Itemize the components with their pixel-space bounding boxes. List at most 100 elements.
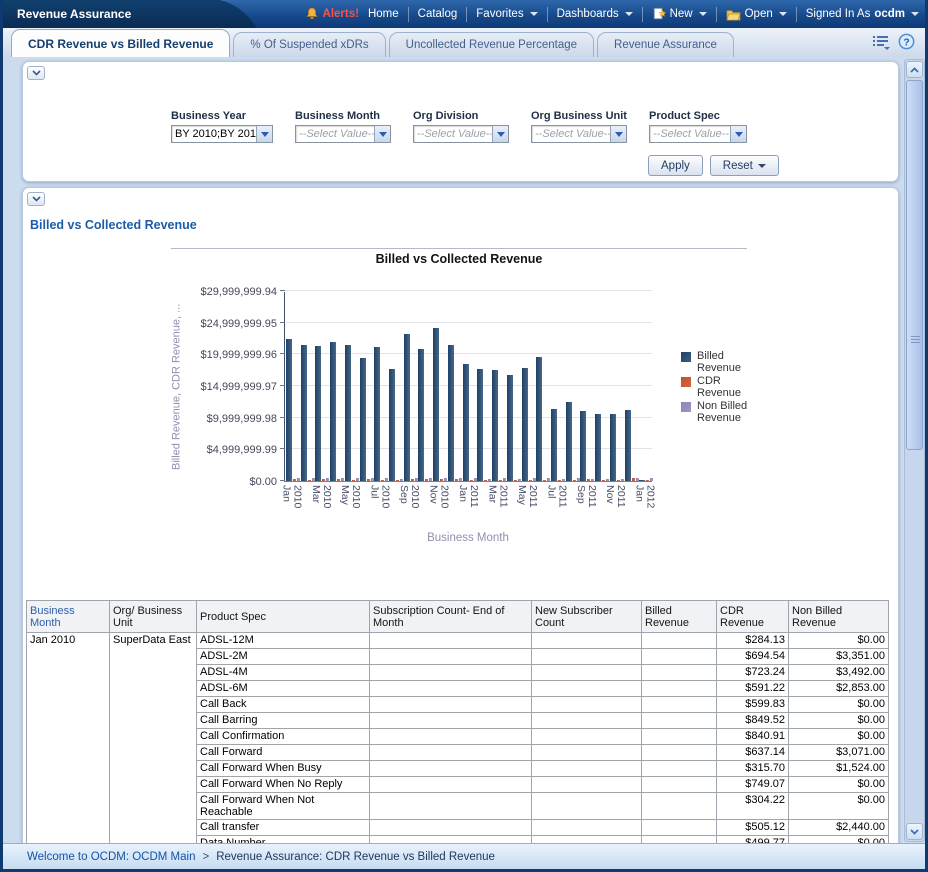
non-billed-revenue-bar[interactable] — [326, 478, 329, 481]
non-billed-revenue-bar[interactable] — [518, 479, 521, 481]
dropdown-arrow-icon[interactable] — [374, 126, 390, 142]
business-year-select[interactable]: BY 2010;BY 2011; — [171, 125, 273, 143]
non-billed-revenue-bar[interactable] — [503, 478, 506, 481]
cdr-revenue-bar[interactable] — [543, 480, 546, 481]
non-billed-revenue-bar[interactable] — [621, 479, 624, 481]
tab-of-suspended-xdrs[interactable]: % Of Suspended xDRs — [233, 32, 385, 57]
cdr-revenue-bar[interactable] — [617, 480, 620, 481]
cdr-revenue-bar[interactable] — [529, 480, 532, 481]
billed-revenue-bar[interactable] — [301, 345, 307, 481]
billed-revenue-bar[interactable] — [625, 410, 631, 481]
billed-revenue-bar[interactable] — [463, 364, 469, 481]
non-billed-revenue-bar[interactable] — [341, 478, 344, 481]
non-billed-revenue-bar[interactable] — [429, 478, 432, 481]
cdr-revenue-bar[interactable] — [514, 480, 517, 481]
favorites-menu[interactable]: Favorites — [476, 8, 537, 20]
billed-revenue-bar[interactable] — [477, 369, 483, 481]
non-billed-revenue-bar[interactable] — [562, 479, 565, 481]
non-billed-revenue-bar[interactable] — [371, 478, 374, 481]
billed-revenue-bar[interactable] — [566, 402, 572, 481]
collapse-report-button[interactable] — [27, 192, 45, 206]
non-billed-revenue-bar[interactable] — [547, 478, 550, 481]
cdr-revenue-bar[interactable] — [646, 480, 649, 481]
business-month-select[interactable]: --Select Value-- — [295, 125, 391, 143]
open-menu[interactable]: Open — [726, 8, 787, 21]
cdr-revenue-bar[interactable] — [308, 480, 311, 481]
billed-revenue-bar[interactable] — [433, 328, 439, 481]
non-billed-revenue-bar[interactable] — [459, 478, 462, 481]
cdr-revenue-bar[interactable] — [322, 479, 325, 481]
new-menu[interactable]: New — [652, 7, 707, 21]
dropdown-arrow-icon[interactable] — [256, 126, 272, 142]
cdr-revenue-bar[interactable] — [632, 478, 635, 481]
non-billed-revenue-bar[interactable] — [297, 478, 300, 481]
billed-revenue-bar[interactable] — [448, 345, 454, 481]
billed-revenue-bar[interactable] — [551, 409, 557, 481]
billed-revenue-bar[interactable] — [330, 342, 336, 481]
billed-revenue-bar[interactable] — [345, 345, 351, 481]
billed-revenue-bar[interactable] — [389, 369, 395, 481]
billed-revenue-bar[interactable] — [360, 358, 366, 481]
cdr-revenue-bar[interactable] — [411, 479, 414, 481]
cdr-revenue-bar[interactable] — [484, 480, 487, 481]
dropdown-arrow-icon[interactable] — [730, 126, 746, 142]
non-billed-revenue-bar[interactable] — [636, 478, 639, 481]
cdr-revenue-bar[interactable] — [352, 480, 355, 481]
home-link[interactable]: Home — [368, 8, 399, 20]
cdr-revenue-bar[interactable] — [587, 479, 590, 481]
page-options-list-icon[interactable] — [872, 34, 890, 50]
dashboards-menu[interactable]: Dashboards — [557, 8, 633, 20]
billed-revenue-bar[interactable] — [286, 339, 292, 481]
non-billed-revenue-bar[interactable] — [650, 478, 653, 481]
non-billed-revenue-bar[interactable] — [444, 478, 447, 481]
tab-uncollected-revenue-percentage[interactable]: Uncollected Revenue Percentage — [389, 32, 594, 57]
collapse-prompts-button[interactable] — [27, 66, 45, 80]
billed-revenue-bar[interactable] — [418, 349, 424, 481]
org-division-select[interactable]: --Select Value-- — [413, 125, 509, 143]
billed-revenue-bar[interactable] — [507, 375, 513, 481]
non-billed-revenue-bar[interactable] — [577, 478, 580, 481]
business-month-cell[interactable]: Jan 2010 — [27, 633, 110, 848]
billed-revenue-bar[interactable] — [536, 357, 542, 481]
org-business-unit-select[interactable]: --Select Value-- — [531, 125, 627, 143]
cdr-revenue-bar[interactable] — [499, 480, 502, 481]
cdr-revenue-bar[interactable] — [440, 479, 443, 481]
cdr-revenue-bar[interactable] — [367, 479, 370, 481]
cdr-revenue-bar[interactable] — [470, 480, 473, 481]
billed-revenue-bar[interactable] — [610, 414, 616, 481]
cdr-revenue-bar[interactable] — [573, 480, 576, 481]
billed-revenue-bar[interactable] — [315, 346, 321, 481]
scroll-up-button[interactable] — [906, 61, 923, 78]
tab-revenue-assurance[interactable]: Revenue Assurance — [597, 32, 734, 57]
cdr-revenue-bar[interactable] — [558, 480, 561, 481]
non-billed-revenue-bar[interactable] — [488, 479, 491, 481]
cdr-revenue-bar[interactable] — [337, 479, 340, 481]
reset-button[interactable]: Reset — [710, 155, 779, 176]
alerts-link[interactable]: Alerts! — [305, 7, 359, 21]
billed-revenue-bar[interactable] — [404, 334, 410, 481]
non-billed-revenue-bar[interactable] — [474, 478, 477, 481]
billed-revenue-bar[interactable] — [522, 368, 528, 481]
non-billed-revenue-bar[interactable] — [606, 479, 609, 481]
cdr-revenue-bar[interactable] — [602, 480, 605, 481]
scroll-down-button[interactable] — [906, 823, 923, 840]
billed-revenue-bar[interactable] — [595, 414, 601, 481]
non-billed-revenue-bar[interactable] — [312, 478, 315, 481]
non-billed-revenue-bar[interactable] — [356, 478, 359, 481]
scrollbar-thumb[interactable] — [906, 80, 923, 450]
dropdown-arrow-icon[interactable] — [610, 126, 626, 142]
non-billed-revenue-bar[interactable] — [591, 479, 594, 481]
non-billed-revenue-bar[interactable] — [385, 478, 388, 481]
cdr-revenue-bar[interactable] — [381, 480, 384, 481]
non-billed-revenue-bar[interactable] — [415, 478, 418, 481]
billed-revenue-bar[interactable] — [639, 480, 645, 481]
breadcrumb-home-link[interactable]: Welcome to OCDM: OCDM Main — [27, 851, 195, 863]
dropdown-arrow-icon[interactable] — [492, 126, 508, 142]
catalog-link[interactable]: Catalog — [418, 8, 458, 20]
signed-in-menu[interactable]: Signed In As ocdm — [806, 8, 919, 20]
product-spec-select[interactable]: --Select Value-- — [649, 125, 747, 143]
billed-revenue-bar[interactable] — [374, 347, 380, 481]
billed-revenue-bar[interactable] — [492, 370, 498, 481]
non-billed-revenue-bar[interactable] — [400, 479, 403, 481]
cdr-revenue-bar[interactable] — [425, 479, 428, 481]
